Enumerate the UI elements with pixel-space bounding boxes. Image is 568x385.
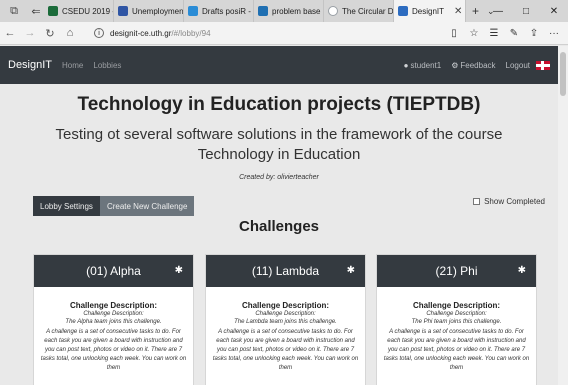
card-title: (21) Phi (435, 264, 478, 278)
reading-view-icon[interactable]: ▯ (444, 28, 464, 39)
minimize-icon[interactable]: — (484, 6, 512, 17)
back-arrow-icon[interactable]: ← (0, 27, 20, 39)
brand-logo[interactable]: DesignIT (8, 59, 52, 71)
description-title: Challenge Description: (69, 301, 158, 310)
favorite-star-icon[interactable]: ☆ (464, 28, 484, 39)
card-header: (21) Phi ✱ (377, 255, 536, 287)
forward-arrow-icon[interactable]: → (20, 27, 40, 39)
card-header: (11) Lambda ✱ (206, 255, 365, 287)
feedback-label: Feedback (460, 60, 496, 70)
description-text: A challenge is a set of consecutive task… (212, 329, 359, 371)
tab-favicon-icon (188, 6, 198, 16)
close-tab-icon[interactable]: ✕ (454, 6, 462, 17)
language-flag-icon[interactable] (536, 60, 550, 70)
browser-tab-active[interactable]: DesignIT ✕ (394, 0, 466, 22)
created-by: Created by: olivierteacher (239, 174, 319, 181)
card-title: (01) Alpha (86, 264, 141, 278)
browser-toolbar-right: ▯ ☆ ☰ ✎ ⇪ ··· (444, 22, 564, 45)
challenge-card[interactable]: (11) Lambda ✱ Challenge Description: Cha… (205, 254, 366, 385)
page-subtitle: Testing ot several software solutions in… (55, 126, 503, 163)
card-title: (11) Lambda (251, 264, 320, 278)
more-menu-icon[interactable]: ··· (544, 28, 564, 39)
lobby-actions: Lobby Settings Create New Challenge (33, 196, 195, 216)
close-window-icon[interactable]: ✕ (540, 6, 568, 17)
show-completed-toggle[interactable]: Show Completed (473, 197, 545, 206)
gear-icon[interactable]: ✱ (347, 265, 355, 276)
browser-tab-strip: ⧉ ⇐ CSEDU 2019 - Unemploymen Drafts posi… (0, 0, 568, 22)
share-icon[interactable]: ⇪ (524, 28, 544, 39)
home-icon[interactable]: ⌂ (60, 27, 80, 39)
card-body: Challenge Description: Challenge Descrip… (34, 287, 193, 373)
show-completed-checkbox[interactable] (473, 198, 481, 205)
gear-icon[interactable]: ✱ (518, 265, 526, 276)
page-scrollbar[interactable] (558, 46, 568, 385)
description-subtitle: Challenge Description: (426, 311, 487, 317)
tab-label: Unemploymen (132, 6, 184, 16)
scrollbar-thumb[interactable] (560, 52, 566, 96)
tab-label: Drafts posiR - (202, 6, 251, 16)
challenge-card[interactable]: (21) Phi ✱ Challenge Description: Challe… (376, 254, 537, 385)
set-aside-tabs-icon[interactable]: ⇐ (28, 3, 44, 19)
tab-favicon-icon (48, 6, 58, 16)
tab-label: CSEDU 2019 - (62, 6, 114, 16)
description-line: The Alpha team joins this challenge. (65, 319, 162, 325)
favorites-list-icon[interactable]: ☰ (484, 28, 504, 39)
notes-pen-icon[interactable]: ✎ (504, 28, 524, 39)
description-subtitle: Challenge Description: (83, 311, 144, 317)
description-title: Challenge Description: (412, 301, 501, 310)
description-subtitle: Challenge Description: (255, 311, 316, 317)
username: student1 (410, 60, 442, 70)
tab-favicon-icon (258, 6, 268, 16)
url-field[interactable]: i designit-ce.uth.gr /#/lobby/94 (94, 25, 464, 42)
card-body: Challenge Description: Challenge Descrip… (206, 287, 365, 373)
tab-actions-icon[interactable]: ⧉ (6, 3, 22, 19)
description-text: A challenge is a set of consecutive task… (40, 329, 187, 371)
site-info-icon[interactable]: i (94, 28, 104, 38)
card-header: (01) Alpha ✱ (34, 255, 193, 287)
challenge-card[interactable]: (01) Alpha ✱ Challenge Description: Chal… (33, 254, 194, 385)
challenges-heading: Challenges (238, 218, 320, 235)
browser-tab[interactable]: The Circular D (324, 0, 394, 22)
description-title: Challenge Description: (241, 301, 330, 310)
show-completed-label: Show Completed (484, 197, 545, 206)
tab-label: The Circular D (342, 6, 394, 16)
window-controls: — □ ✕ (484, 0, 568, 22)
gear-icon[interactable]: ✱ (175, 265, 183, 276)
maximize-icon[interactable]: □ (512, 6, 540, 17)
lobby-settings-button[interactable]: Lobby Settings (33, 196, 100, 216)
browser-tab[interactable]: problem base (254, 0, 324, 22)
tab-favicon-icon (328, 6, 338, 16)
user-menu[interactable]: ● student1 (404, 61, 442, 70)
lobby-page: Technology in Education projects (TIEPTD… (0, 84, 558, 385)
navbar-right: ● student1 ⚙ Feedback Logout (394, 46, 550, 84)
tab-favicon-icon (398, 6, 408, 16)
feedback-link[interactable]: ⚙ Feedback (451, 61, 495, 70)
new-tab-icon[interactable]: + (472, 4, 479, 18)
feedback-icon: ⚙ (451, 60, 459, 70)
create-challenge-button[interactable]: Create New Challenge (99, 196, 195, 216)
user-icon: ● (403, 60, 409, 70)
address-bar-row: ← → ↻ ⌂ i designit-ce.uth.gr /#/lobby/94… (0, 22, 568, 45)
browser-tab[interactable]: Unemploymen (114, 0, 184, 22)
tab-favicon-icon (118, 6, 128, 16)
app-navbar: DesignIT Home Lobbies ● student1 ⚙ Feedb… (0, 46, 558, 84)
tab-label: problem base (272, 6, 321, 16)
description-line: The Lambda team joins this challenge. (234, 319, 337, 325)
nav-link-home[interactable]: Home (62, 61, 83, 70)
nav-link-lobbies[interactable]: Lobbies (93, 61, 121, 70)
description-text: A challenge is a set of consecutive task… (383, 329, 530, 371)
browser-tab[interactable]: Drafts posiR - (184, 0, 254, 22)
url-path: /#/lobby/94 (171, 28, 211, 38)
logout-link[interactable]: Logout (506, 61, 530, 70)
tab-label: DesignIT (412, 6, 445, 16)
page-title: Technology in Education projects (TIEPTD… (77, 94, 481, 115)
refresh-icon[interactable]: ↻ (40, 27, 60, 40)
card-body: Challenge Description: Challenge Descrip… (377, 287, 536, 373)
description-line: The Phi team joins this challenge. (411, 319, 502, 325)
browser-tab[interactable]: CSEDU 2019 - (44, 0, 114, 22)
url-host: designit-ce.uth.gr (110, 28, 172, 38)
